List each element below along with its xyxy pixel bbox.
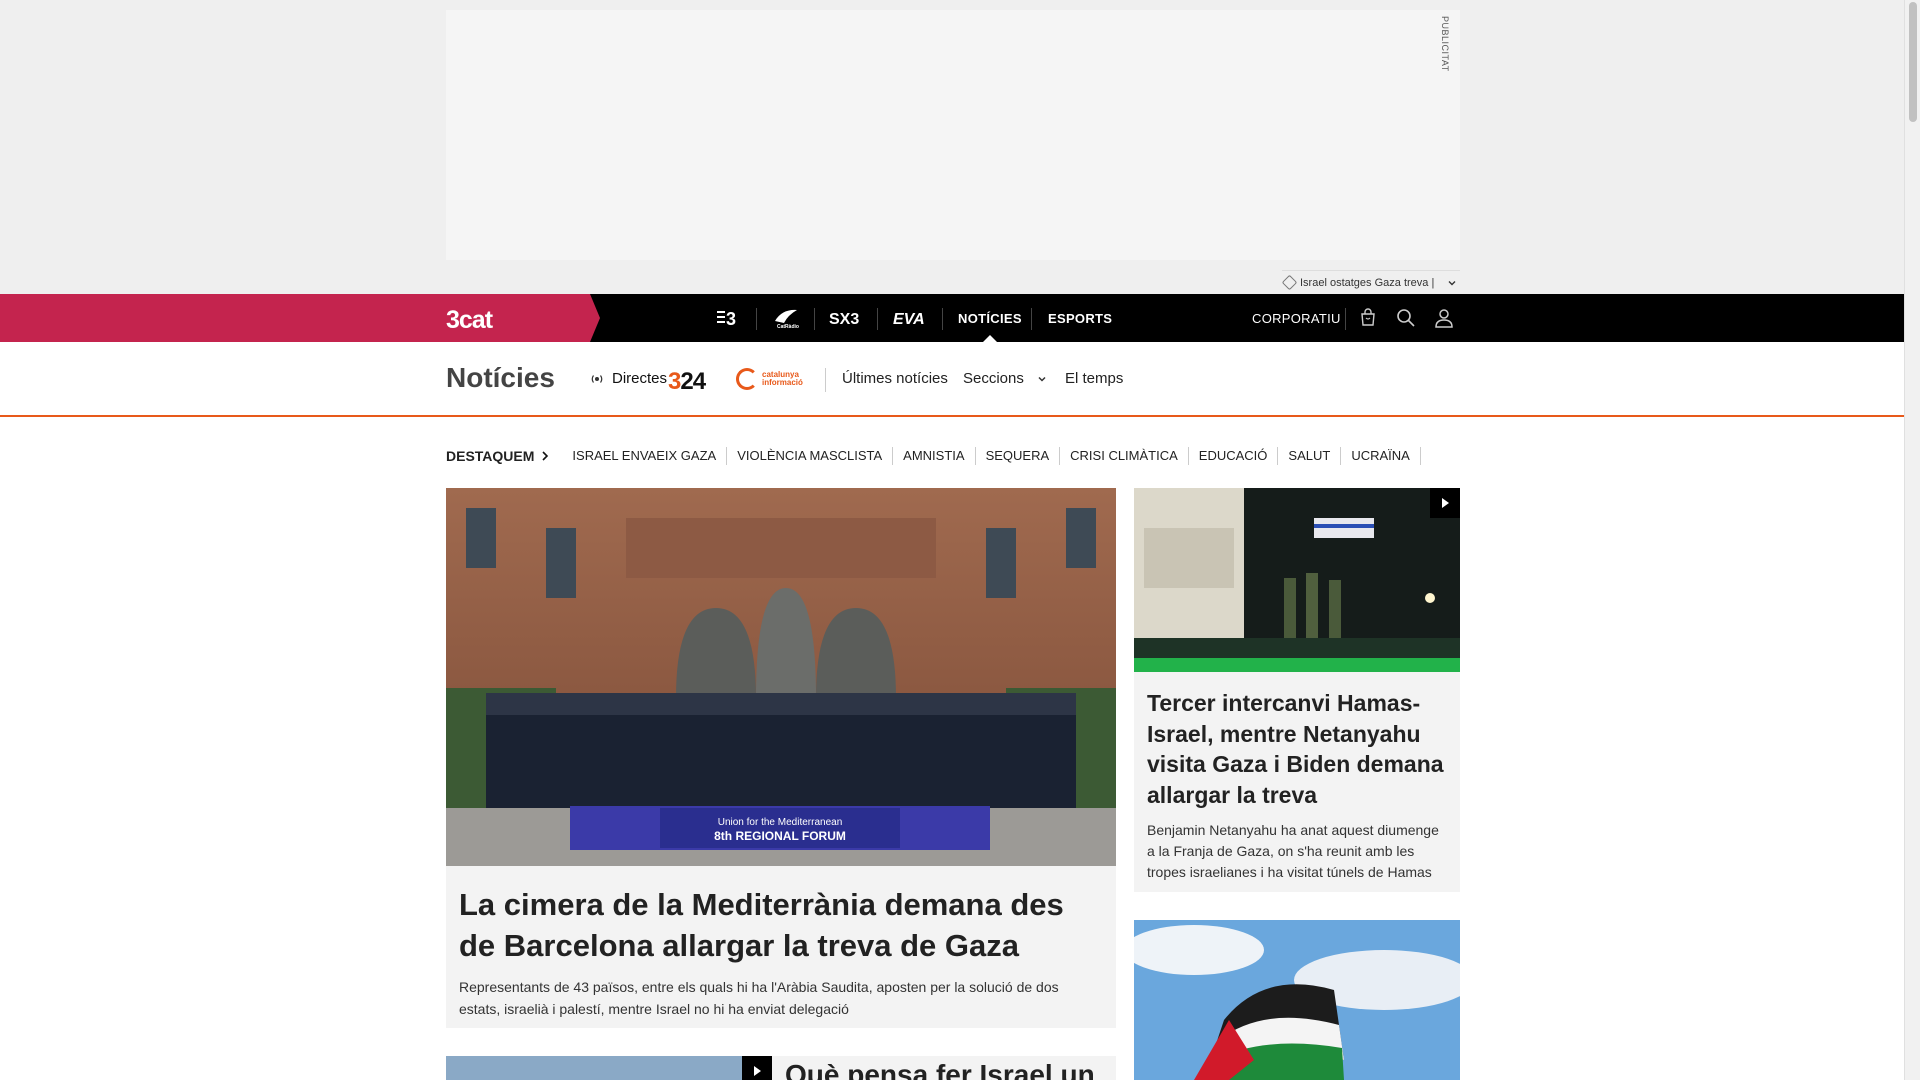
directes-label: Directes <box>612 370 668 387</box>
main-story-summary: Representants de 43 països, entre els qu… <box>459 979 1059 1017</box>
ad-band: PUBLICITAT Israel ostatges Gaza treva | <box>0 0 1904 294</box>
catradio-icon: CatRàdio <box>775 309 799 329</box>
sections-dropdown[interactable]: Seccions <box>963 370 1048 387</box>
play-video-button[interactable] <box>1430 488 1460 518</box>
section-header: Notícies Directes 324 catalunya informac… <box>0 342 1904 417</box>
nav-esports-label: ESPORTS <box>1048 310 1113 326</box>
sx3-icon: SX3 <box>829 311 859 328</box>
section-title[interactable]: Notícies <box>446 362 555 394</box>
ad-slot[interactable] <box>446 10 1460 260</box>
main-story-card[interactable]: La cimera de la Mediterrània demana des … <box>446 866 1116 1028</box>
brand-band <box>0 294 600 342</box>
user-icon[interactable] <box>1432 306 1456 330</box>
top-navigation: 3cat 3 CatRàdio SX3 EVA NOTÍCIES ESPORTS… <box>0 294 1904 342</box>
tv3-icon: 3 <box>717 309 736 328</box>
catinfo-circle-icon <box>736 368 758 390</box>
page-scrollbar[interactable] <box>1904 0 1920 1080</box>
highlight-item[interactable]: EDUCACIÓ <box>1189 447 1279 465</box>
sections-label: Seccions <box>963 370 1024 387</box>
svg-text:CatRàdio: CatRàdio <box>777 324 799 329</box>
flag-story-image[interactable] <box>1134 920 1460 1080</box>
svg-text:SX3: SX3 <box>829 311 859 328</box>
play-video-button[interactable] <box>742 1056 772 1080</box>
page: PUBLICITAT Israel ostatges Gaza treva | … <box>0 0 1920 1080</box>
chevron-right-icon <box>542 451 549 461</box>
catinfo-line2: informació <box>762 378 803 387</box>
channel-eva-logo[interactable]: EVA <box>890 294 930 342</box>
svg-text:Union for the Mediterranean: Union for the Mediterranean <box>718 817 843 828</box>
catalunya-informacio-logo[interactable]: catalunya informació <box>736 368 803 390</box>
side-story-card[interactable]: Tercer intercanvi Hamas-Israel, mentre N… <box>1134 672 1460 892</box>
highlights-title-text: DESTAQUEM <box>446 448 535 464</box>
channel-3-logo[interactable]: 3 <box>712 294 744 342</box>
nav-noticies[interactable]: NOTÍCIES <box>958 294 1022 342</box>
channel-sx3-logo[interactable]: SX3 <box>826 294 866 342</box>
corporate-label: CORPORATIU <box>1252 310 1341 326</box>
svg-text:3: 3 <box>726 309 736 328</box>
ad-topic-selector[interactable]: Israel ostatges Gaza treva | <box>1281 270 1460 294</box>
corporate-link[interactable]: CORPORATIU <box>1252 294 1341 342</box>
play-icon <box>754 1066 761 1076</box>
search-icon[interactable] <box>1394 306 1418 330</box>
main-story-title[interactable]: La cimera de la Mediterrània demana des … <box>459 884 1103 966</box>
ad-topic-text: Israel ostatges Gaza treva | <box>1300 276 1435 289</box>
side-story-summary: Benjamin Netanyahu ha anat aquest diumen… <box>1147 822 1439 880</box>
highlight-item[interactable]: CRISI CLIMÀTICA <box>1060 447 1189 465</box>
weather-label: El temps <box>1065 370 1124 387</box>
night-scene-photo <box>1134 488 1460 672</box>
eva-icon: EVA <box>893 311 925 328</box>
live-broadcast-icon <box>591 374 603 383</box>
nav-esports[interactable]: ESPORTS <box>1048 294 1112 342</box>
highlight-item[interactable]: ISRAEL ENVAEIX GAZA <box>562 447 728 465</box>
highlight-item[interactable]: VIOLÈNCIA MASCLISTA <box>727 447 894 465</box>
play-icon <box>1442 498 1449 508</box>
side-story-title[interactable]: Tercer intercanvi Hamas-Israel, mentre N… <box>1147 688 1447 810</box>
chevron-down-icon <box>1038 376 1046 382</box>
latest-news-label: Últimes notícies <box>842 370 948 387</box>
nav-noticies-label: NOTÍCIES <box>958 310 1022 326</box>
bottom-story-title[interactable]: Què pensa fer Israel un <box>785 1057 1095 1080</box>
side-story-image[interactable] <box>1134 488 1460 672</box>
palestinian-flag-photo <box>1134 920 1460 1080</box>
highlights-title[interactable]: DESTAQUEM <box>446 448 550 464</box>
shop-bag-icon[interactable] <box>1356 306 1380 330</box>
scrollbar-thumb[interactable] <box>1909 2 1917 122</box>
tag-icon <box>1281 274 1298 291</box>
highlight-item[interactable]: UCRAÏNA <box>1341 447 1421 465</box>
logo-text: 3cat <box>446 306 493 334</box>
svg-text:8th REGIONAL FORUM: 8th REGIONAL FORUM <box>714 829 846 843</box>
directes-link[interactable]: Directes <box>590 370 667 387</box>
3cat-logo[interactable]: 3cat <box>446 306 493 335</box>
main-story-image[interactable]: Union for the Mediterranean 8th REGIONAL… <box>446 488 1116 866</box>
bottom-story-image[interactable] <box>446 1056 772 1080</box>
324-logo[interactable]: 324 <box>668 368 706 396</box>
chevron-down-icon <box>1448 280 1456 285</box>
weather-link[interactable]: El temps <box>1065 370 1123 387</box>
bottom-story-card[interactable]: Què pensa fer Israel un <box>772 1056 1116 1080</box>
highlight-item[interactable]: AMNISTIA <box>893 447 976 465</box>
highlight-item[interactable]: SALUT <box>1278 447 1342 465</box>
svg-text:EVA: EVA <box>893 311 925 328</box>
ad-label: PUBLICITAT <box>1440 16 1450 72</box>
latest-news-link[interactable]: Últimes notícies <box>842 370 948 387</box>
channel-catradio-logo[interactable]: CatRàdio <box>770 294 802 342</box>
highlight-item[interactable]: SEQUERA <box>976 447 1061 465</box>
summit-group-photo: Union for the Mediterranean 8th REGIONAL… <box>446 488 1116 866</box>
highlights-bar: DESTAQUEM ISRAEL ENVAEIX GAZA VIOLÈNCIA … <box>446 446 1421 466</box>
